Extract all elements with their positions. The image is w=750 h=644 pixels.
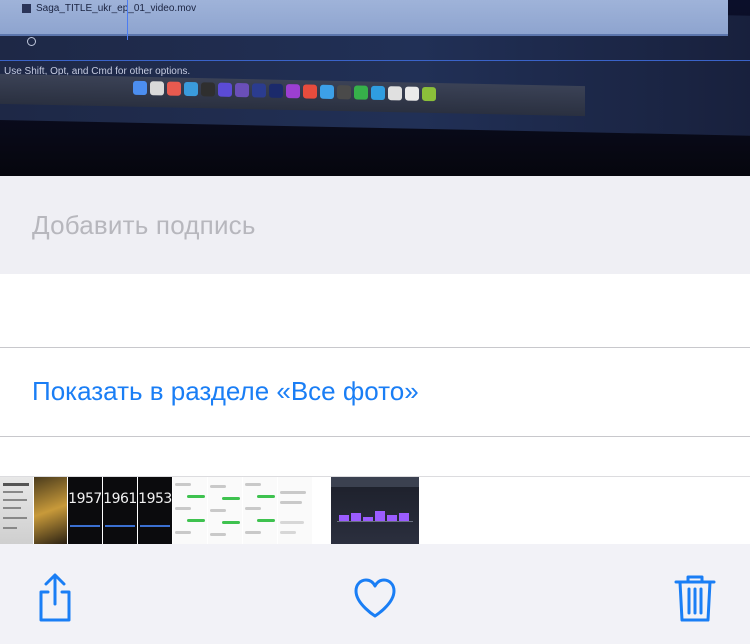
thumbnail[interactable] [243,477,277,544]
spacer-band [0,274,750,347]
show-in-all-photos-link[interactable]: Показать в разделе «Все фото» [32,376,419,407]
thumbnail-year: 1957 [68,491,102,507]
share-button[interactable] [31,572,79,624]
thumbnail-year: 1961 [103,491,137,507]
photo-timeline: Saga_TITLE_ukr_ep_01_video.mov [0,0,728,36]
thumbnail[interactable] [34,477,67,544]
show-in-all-photos-row[interactable]: Показать в разделе «Все фото» [0,348,750,436]
spacer-band [0,437,750,476]
photo-guide-line [0,60,750,61]
thumbnail[interactable]: 1953 [138,477,172,544]
thumbnail-strip[interactable]: 1957 1961 1953 [0,477,750,544]
thumbnail[interactable]: 1961 [103,477,137,544]
bottom-toolbar [0,544,750,644]
heart-icon [352,577,398,619]
thumbnail[interactable] [173,477,207,544]
thumbnail[interactable] [278,477,312,544]
thumbnail[interactable]: 1957 [68,477,102,544]
clip-icon [22,4,31,13]
trash-icon [673,572,717,624]
photo-playhead [127,0,128,40]
photo-circle [27,37,36,46]
thumbnail[interactable] [0,477,33,544]
clip-name: Saga_TITLE_ukr_ep_01_video.mov [36,3,197,14]
thumbnail[interactable] [208,477,242,544]
caption-field[interactable]: Добавить подпись [0,176,750,274]
delete-button[interactable] [671,572,719,624]
caption-placeholder: Добавить подпись [32,210,256,240]
photo-view[interactable]: Saga_TITLE_ukr_ep_01_video.mov Use Shift… [0,0,750,176]
thumbnail[interactable] [331,477,419,544]
favorite-button[interactable] [351,572,399,624]
thumbnail-year: 1953 [138,491,172,507]
share-icon [33,572,77,624]
